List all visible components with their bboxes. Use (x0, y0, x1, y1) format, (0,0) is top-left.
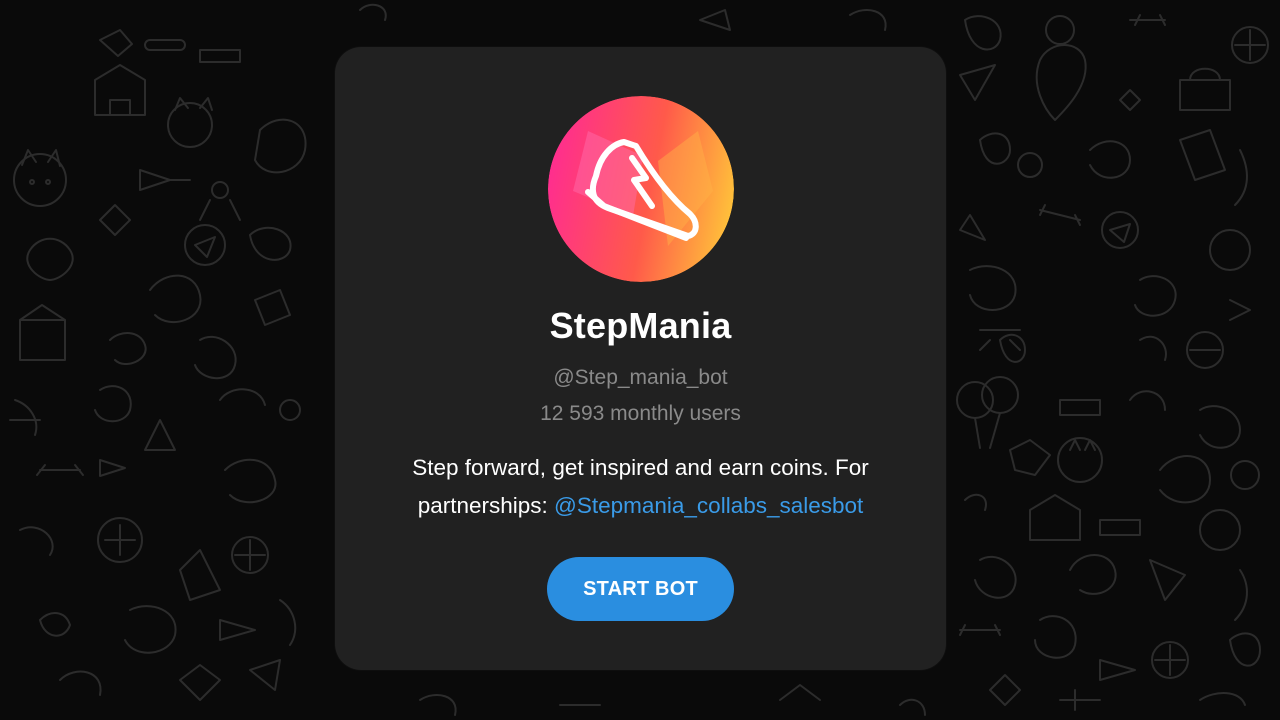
bot-avatar (548, 96, 734, 282)
start-bot-button[interactable]: START BOT (547, 557, 734, 621)
monthly-users-count: 12 593 monthly users (540, 402, 741, 425)
sneaker-icon (548, 96, 734, 282)
bot-description: Step forward, get inspired and earn coin… (375, 449, 906, 525)
partnership-link[interactable]: @Stepmania_collabs_salesbot (554, 493, 863, 518)
bot-username: @Step_mania_bot (553, 366, 728, 389)
bot-info-card: StepMania @Step_mania_bot 12 593 monthly… (335, 47, 946, 670)
bot-name: StepMania (549, 305, 732, 346)
